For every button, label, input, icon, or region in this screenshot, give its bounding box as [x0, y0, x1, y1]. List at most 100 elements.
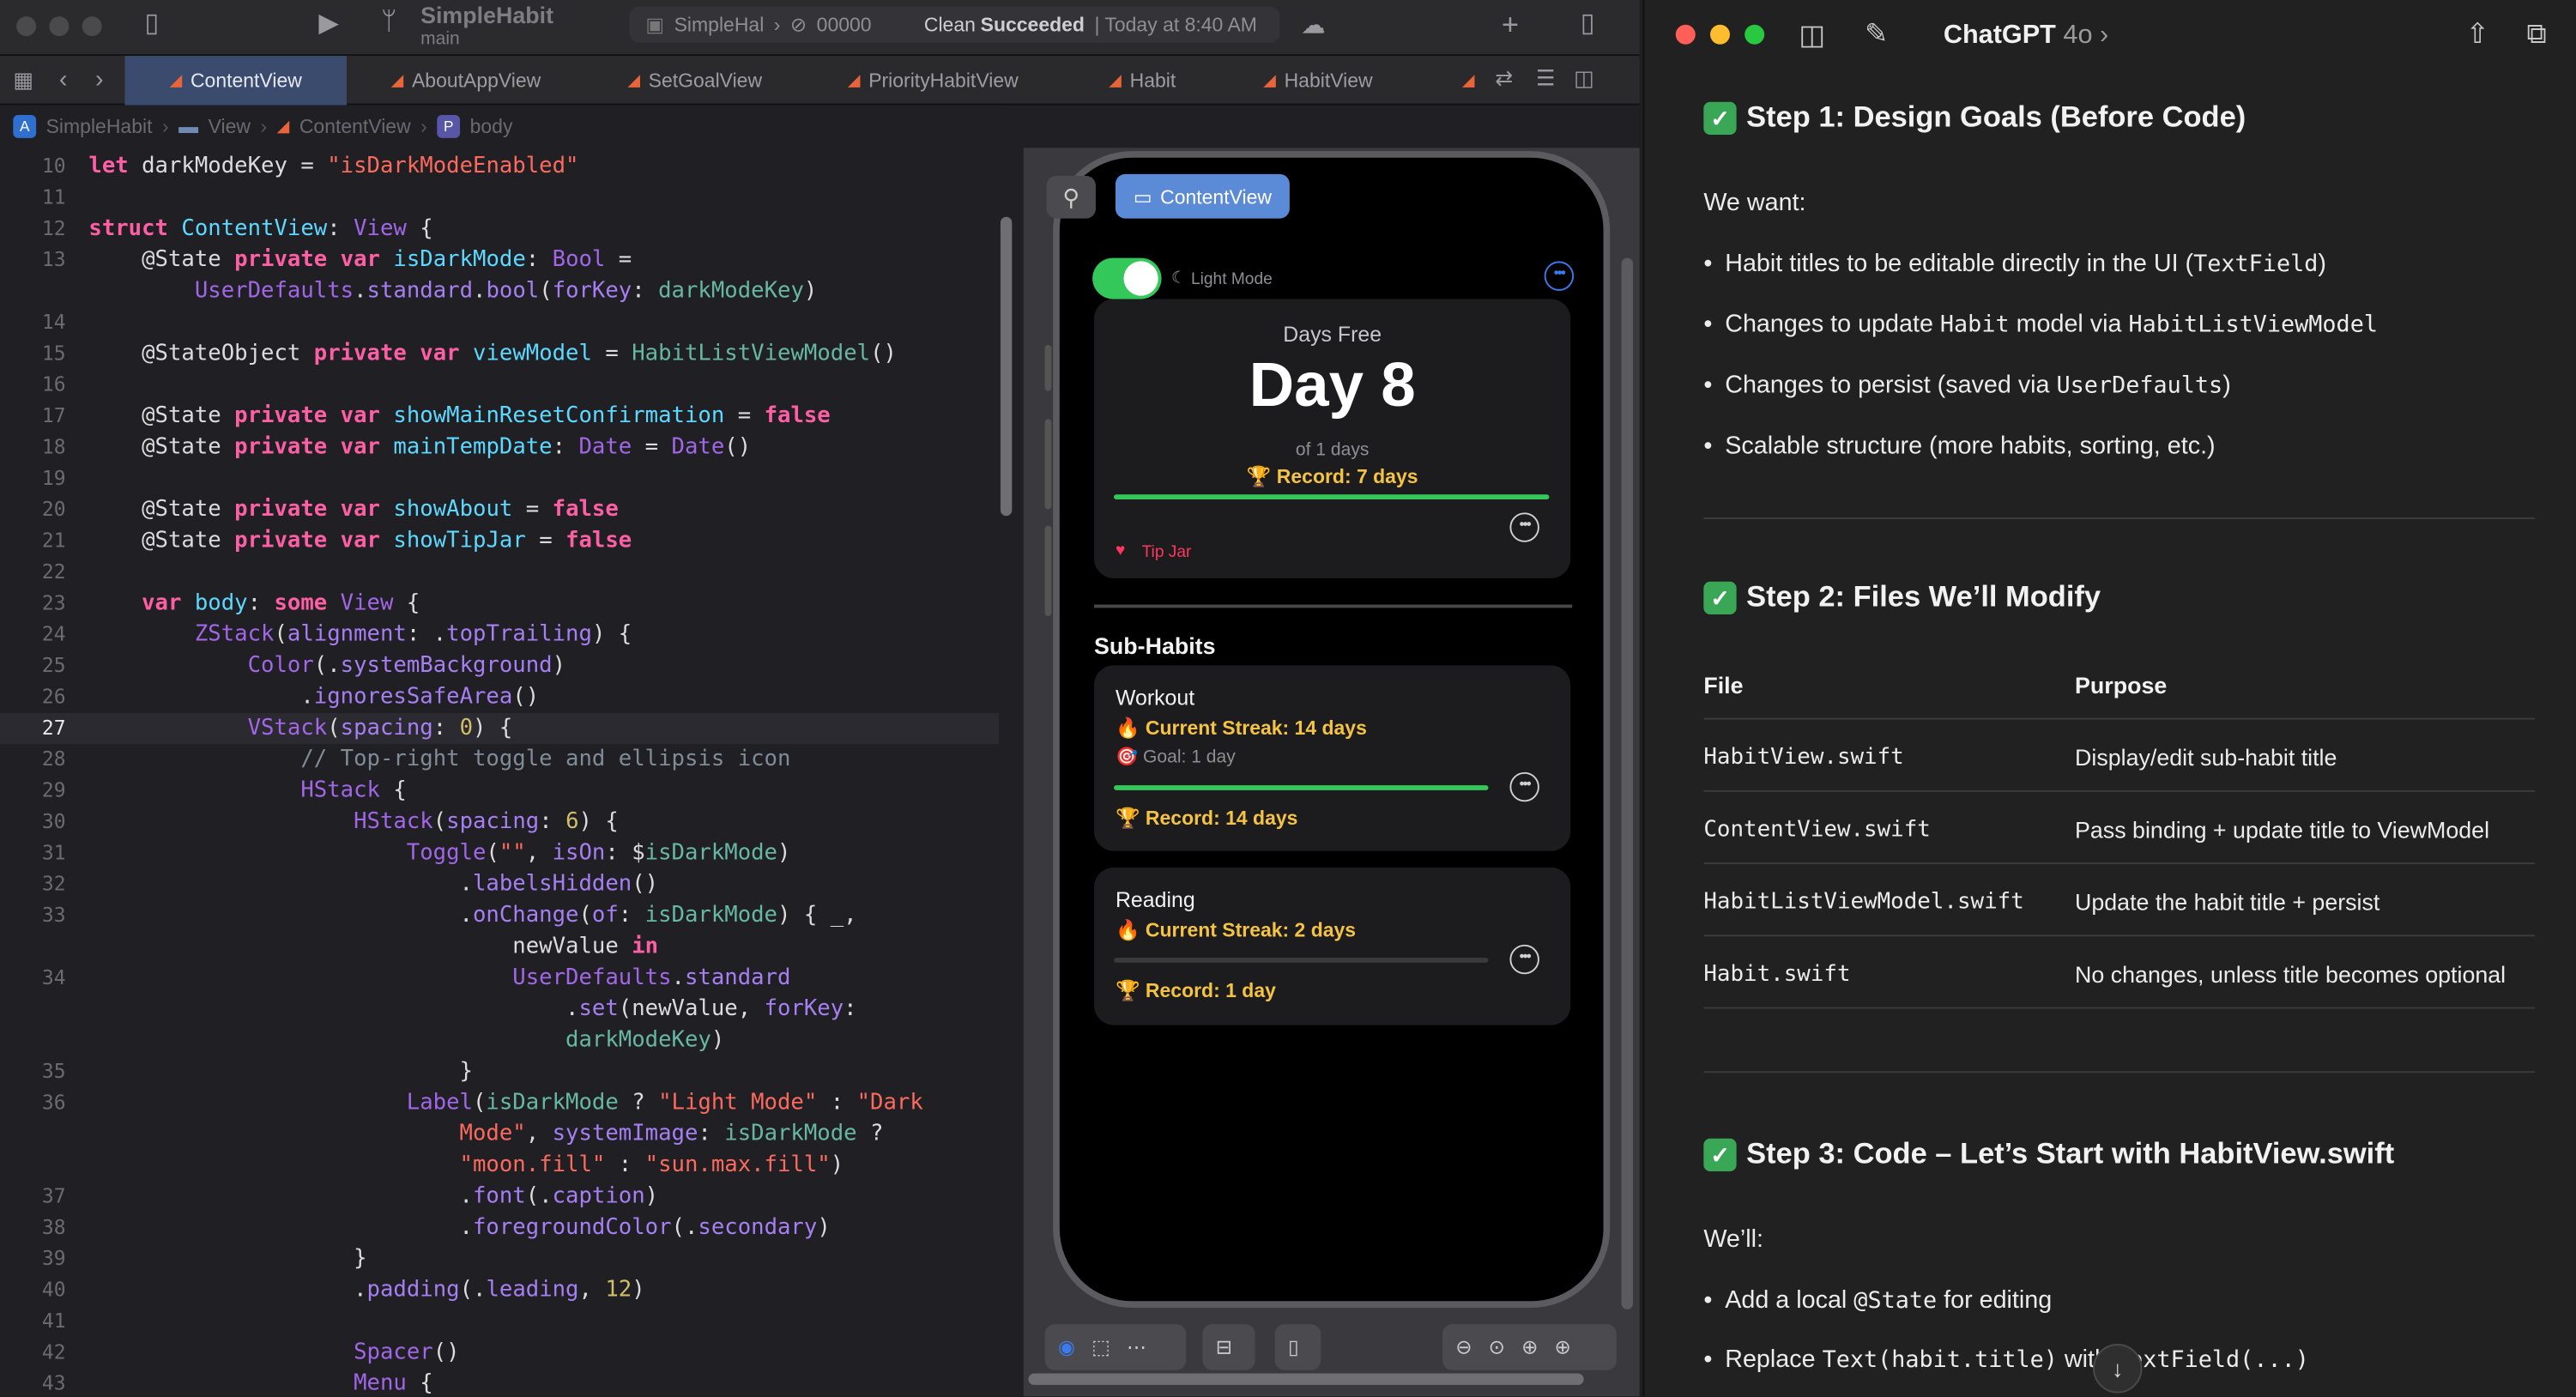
code-line[interactable]: darkModeKey): [0, 1025, 999, 1056]
code-line[interactable]: .set(newValue, forKey:: [0, 994, 999, 1025]
dark-mode-toggle[interactable]: [1092, 257, 1162, 299]
forward-icon[interactable]: ›: [95, 67, 104, 92]
sidebar-toggle-icon[interactable]: ◫: [1799, 20, 1825, 52]
tab-habit[interactable]: ◢ Habit: [1109, 56, 1176, 105]
project-scheme[interactable]: SimpleHabit main: [420, 2, 553, 50]
code-line[interactable]: 13 @State private var isDarkMode: Bool =: [0, 245, 999, 275]
code-line[interactable]: 36 Label(isDarkMode ? "Light Mode" : "Da…: [0, 1087, 999, 1118]
code-line[interactable]: 30 HStack(spacing: 6) {: [0, 807, 999, 838]
code-line[interactable]: 35 }: [0, 1056, 999, 1087]
sub-habit-card-reading[interactable]: Reading 🔥 Current Streak: 2 days ••• 🏆 R…: [1094, 867, 1571, 1025]
code-line[interactable]: 28 // Top-right toggle and ellipsis icon: [0, 744, 999, 775]
zoom-window-button[interactable]: [1745, 24, 1765, 45]
editor-options-icon[interactable]: ☰: [1536, 67, 1555, 88]
split-editor-icon[interactable]: ◫: [1574, 67, 1594, 88]
zoom-out-icon[interactable]: ⊖: [1455, 1335, 1472, 1358]
tab-habitview[interactable]: ◢ HabitView: [1263, 56, 1372, 105]
device-button[interactable]: ▯: [1274, 1324, 1321, 1370]
code-line[interactable]: 18 @State private var mainTempDate: Date…: [0, 432, 999, 463]
code-line[interactable]: 39 }: [0, 1243, 999, 1274]
code-line[interactable]: 19: [0, 463, 999, 494]
code-line[interactable]: 38 .foregroundColor(.secondary): [0, 1213, 999, 1243]
code-line[interactable]: 29 HStack {: [0, 776, 999, 807]
card-ellipsis-icon[interactable]: •••: [1509, 512, 1539, 542]
jump-group[interactable]: View: [209, 115, 251, 138]
tab-aboutappview[interactable]: ◢ AboutAppView: [391, 56, 541, 105]
status-scheme[interactable]: SimpleHal: [674, 13, 765, 36]
editor-scrollbar[interactable]: [1000, 216, 1013, 517]
sub-habit-card-workout[interactable]: Workout 🔥 Current Streak: 14 days 🎯 Goal…: [1094, 665, 1571, 851]
code-line[interactable]: Mode", systemImage: isDarkMode ?: [0, 1119, 999, 1150]
tab-contentview[interactable]: ◢ ContentView: [124, 56, 347, 106]
code-line[interactable]: 37 .font(.caption): [0, 1182, 999, 1213]
sub-progress-fill: [1114, 785, 1489, 790]
select-preview-icon[interactable]: ⬚: [1091, 1335, 1110, 1358]
tab-setgoalview[interactable]: ◢ SetGoalView: [627, 56, 762, 105]
scroll-down-button[interactable]: ↓: [2093, 1344, 2143, 1394]
close-window-button[interactable]: [16, 16, 37, 37]
preview-chip[interactable]: ▭ ContentView: [1115, 173, 1290, 219]
code-line[interactable]: 32 .labelsHidden(): [0, 869, 999, 900]
code-line[interactable]: 12 struct ContentView: View {: [0, 214, 999, 245]
zoom-fit-icon[interactable]: ⊕: [1521, 1335, 1538, 1358]
code-line[interactable]: 25 Color(.systemBackground): [0, 650, 999, 681]
code-line[interactable]: 15 @StateObject private var viewModel = …: [0, 338, 999, 369]
sidebar-toggle-icon[interactable]: ▯: [144, 10, 159, 38]
device-settings-button[interactable]: ⊟: [1202, 1324, 1255, 1370]
live-preview-icon[interactable]: ◉: [1058, 1335, 1075, 1358]
source-editor[interactable]: 10 let darkModeKey = "isDarkModeEnabled" 1…: [0, 148, 1000, 1397]
pin-icon[interactable]: ⚲: [1046, 175, 1096, 219]
sub-ellipsis-icon[interactable]: •••: [1509, 944, 1539, 975]
code-line[interactable]: 43 Menu {: [0, 1369, 999, 1397]
swap-icon[interactable]: ⇄: [1495, 67, 1513, 88]
run-icon[interactable]: ▶: [318, 10, 339, 38]
back-icon[interactable]: ‹: [59, 67, 68, 92]
code-line[interactable]: 20 @State private var showAbout = false: [0, 494, 999, 525]
code-line[interactable]: 17 @State private var showMainResetConfi…: [0, 401, 999, 432]
grid-icon[interactable]: ▦: [13, 69, 33, 90]
code-line[interactable]: 16: [0, 370, 999, 401]
ellipsis-menu-icon[interactable]: •••: [1544, 261, 1575, 291]
jump-project[interactable]: SimpleHabit: [46, 115, 153, 138]
jump-file[interactable]: ContentView: [299, 115, 411, 138]
code-line[interactable]: 14: [0, 307, 999, 338]
text: Changes to persist (saved via: [1725, 371, 2057, 400]
code-line[interactable]: 31 Toggle("", isOn: $isDarkMode): [0, 838, 999, 868]
minimize-window-button[interactable]: [49, 16, 70, 37]
code-line[interactable]: "moon.fill" : "sun.max.fill"): [0, 1150, 999, 1181]
variants-icon[interactable]: ⋯: [1127, 1335, 1146, 1358]
code-line[interactable]: 23 var body: some View {: [0, 588, 999, 619]
minimize-window-button[interactable]: [1709, 24, 1730, 45]
code-line[interactable]: newValue in: [0, 932, 999, 963]
canvas-hscrollbar[interactable]: [1028, 1373, 1584, 1385]
status-device[interactable]: 00000: [817, 13, 872, 36]
code-line[interactable]: 26 .ignoresSafeArea(): [0, 682, 999, 713]
share-icon[interactable]: ⇧: [2466, 18, 2489, 51]
code-line[interactable]: 10 let darkModeKey = "isDarkModeEnabled": [0, 151, 999, 182]
code-line[interactable]: 41: [0, 1306, 999, 1337]
code-line[interactable]: UserDefaults.standard.bool(forKey: darkM…: [0, 276, 999, 307]
inspector-toggle-icon[interactable]: ▯: [1581, 10, 1595, 38]
close-window-button[interactable]: [1675, 24, 1696, 45]
code-line[interactable]: 34 UserDefaults.standard: [0, 963, 999, 994]
code-line[interactable]: 24 ZStack(alignment: .topTrailing) {: [0, 620, 999, 650]
new-chat-icon[interactable]: ✎: [1865, 18, 1888, 51]
sub-ellipsis-icon[interactable]: •••: [1509, 771, 1539, 802]
tip-jar-link[interactable]: Tip Jar: [1142, 544, 1192, 562]
canvas-vscrollbar[interactable]: [1621, 257, 1634, 1309]
code-line[interactable]: 21 @State private var showTipJar = false: [0, 526, 999, 557]
code-line[interactable]: 40 .padding(.leading, 12): [0, 1275, 999, 1306]
code-line[interactable]: 22: [0, 557, 999, 588]
code-line[interactable]: 33 .onChange(of: isDarkMode) { _,: [0, 900, 999, 931]
code-line[interactable]: 27 VStack(spacing: 0) {: [0, 712, 1000, 745]
add-icon[interactable]: +: [1502, 9, 1519, 39]
tab-priorityhabitview[interactable]: ◢ PriorityHabitView: [848, 56, 1019, 105]
model-selector[interactable]: ChatGPT 4o ›: [1944, 21, 2108, 51]
code-line[interactable]: 42 Spacer(): [0, 1337, 999, 1368]
zoom-actual-icon[interactable]: ⊙: [1489, 1335, 1505, 1358]
jump-symbol[interactable]: body: [470, 115, 513, 138]
zoom-window-button[interactable]: [82, 16, 102, 37]
new-window-icon[interactable]: ⧉: [2527, 18, 2547, 51]
code-line[interactable]: 11: [0, 183, 999, 214]
zoom-in-icon[interactable]: ⊕: [1554, 1335, 1570, 1358]
